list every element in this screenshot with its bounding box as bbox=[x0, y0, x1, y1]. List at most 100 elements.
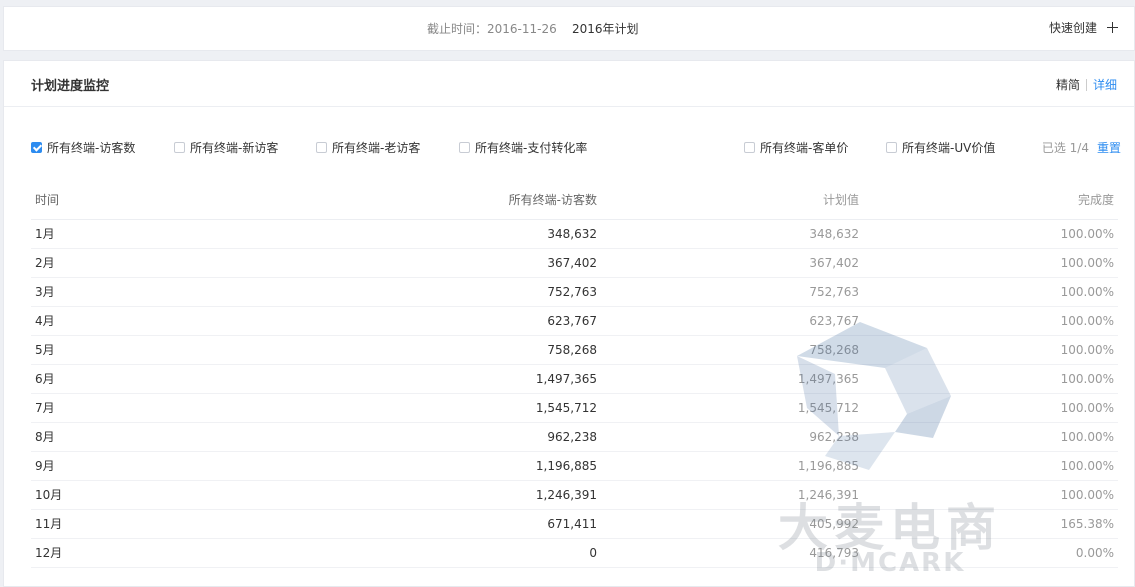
filter-label: 所有终端-支付转化率 bbox=[475, 141, 588, 155]
panel-header: 计划进度监控 精简 详细 bbox=[4, 61, 1134, 107]
column-header-visitors[interactable]: 所有终端-访客数 bbox=[291, 181, 601, 220]
cell-plan: 1,497,365 bbox=[601, 364, 863, 394]
cell-plan: 752,763 bbox=[601, 277, 863, 307]
divider bbox=[1085, 78, 1087, 91]
filter-label: 所有终端-客单价 bbox=[760, 141, 849, 155]
filter-uv-value[interactable]: 所有终端-UV价值 bbox=[886, 139, 995, 156]
cell-rate: 100.00% bbox=[863, 451, 1118, 481]
reset-link[interactable]: 重置 bbox=[1097, 139, 1121, 156]
cell-plan: 758,268 bbox=[601, 335, 863, 365]
checkbox-icon[interactable] bbox=[459, 142, 470, 153]
cell-plan: 416,793 bbox=[601, 538, 863, 568]
deadline-value: 2016-11-26 bbox=[487, 22, 557, 36]
cell-rate: 100.00% bbox=[863, 277, 1118, 307]
cell-rate: 100.00% bbox=[863, 393, 1118, 423]
cell-rate: 0.00% bbox=[863, 538, 1118, 568]
cell-time: 9月 bbox=[31, 451, 291, 481]
table-row: 6月 1,497,365 1,497,365 100.00% bbox=[31, 364, 1118, 394]
cell-time: 2月 bbox=[31, 248, 291, 278]
cell-visitors: 1,196,885 bbox=[291, 451, 601, 481]
cell-rate: 100.00% bbox=[863, 422, 1118, 452]
cell-time: 3月 bbox=[31, 277, 291, 307]
cell-time: 1月 bbox=[31, 219, 291, 249]
checkbox-checked-icon[interactable] bbox=[31, 142, 42, 153]
cell-plan: 962,238 bbox=[601, 422, 863, 452]
checkbox-icon[interactable] bbox=[174, 142, 185, 153]
cell-rate: 100.00% bbox=[863, 364, 1118, 394]
cell-plan: 1,246,391 bbox=[601, 480, 863, 510]
cell-time: 12月 bbox=[31, 538, 291, 568]
metric-filters: 所有终端-访客数 所有终端-新访客 所有终端-老访客 所有终端-支付转化率 所有… bbox=[31, 139, 1121, 159]
cell-time: 4月 bbox=[31, 306, 291, 336]
filter-new-visitors[interactable]: 所有终端-新访客 bbox=[174, 139, 278, 156]
filter-conversion-rate[interactable]: 所有终端-支付转化率 bbox=[459, 139, 587, 156]
view-detail-toggle[interactable]: 详细 bbox=[1093, 76, 1117, 93]
cell-rate: 100.00% bbox=[863, 335, 1118, 365]
table-row: 2月 367,402 367,402 100.00% bbox=[31, 248, 1118, 278]
filter-avg-order-value[interactable]: 所有终端-客单价 bbox=[744, 139, 848, 156]
quick-create-label: 快速创建 bbox=[1048, 21, 1097, 35]
plus-icon bbox=[1107, 22, 1118, 33]
top-bar: 截止时间：2016-11-26 2016年计划 快速创建 bbox=[3, 6, 1135, 51]
table-row: 9月 1,196,885 1,196,885 100.00% bbox=[31, 451, 1118, 481]
cell-visitors: 367,402 bbox=[291, 248, 601, 278]
table-row: 8月 962,238 962,238 100.00% bbox=[31, 422, 1118, 452]
cell-time: 10月 bbox=[31, 480, 291, 510]
cell-visitors: 1,545,712 bbox=[291, 393, 601, 423]
cell-plan: 623,767 bbox=[601, 306, 863, 336]
column-header-time[interactable]: 时间 bbox=[31, 181, 291, 220]
table-row: 1月 348,632 348,632 100.00% bbox=[31, 219, 1118, 249]
table-row: 12月 0 416,793 0.00% bbox=[31, 538, 1118, 568]
cell-plan: 348,632 bbox=[601, 219, 863, 249]
cell-visitors: 348,632 bbox=[291, 219, 601, 249]
cell-time: 11月 bbox=[31, 509, 291, 539]
quick-create-button[interactable]: 快速创建 bbox=[1049, 19, 1118, 36]
table-row: 4月 623,767 623,767 100.00% bbox=[31, 306, 1118, 336]
table-row: 3月 752,763 752,763 100.00% bbox=[31, 277, 1118, 307]
column-header-plan[interactable]: 计划值 bbox=[601, 181, 863, 220]
selection-summary: 已选 1/4 重置 bbox=[1042, 139, 1121, 156]
cell-visitors: 671,411 bbox=[291, 509, 601, 539]
checkbox-icon[interactable] bbox=[316, 142, 327, 153]
view-simple-toggle[interactable]: 精简 bbox=[1056, 76, 1080, 93]
cell-rate: 100.00% bbox=[863, 306, 1118, 336]
column-header-rate[interactable]: 完成度 bbox=[863, 181, 1118, 220]
table-row: 10月 1,246,391 1,246,391 100.00% bbox=[31, 480, 1118, 510]
cell-plan: 367,402 bbox=[601, 248, 863, 278]
plan-monitor-panel: 计划进度监控 精简 详细 所有终端-访客数 所有终端-新访客 所有终端-老访客 … bbox=[3, 60, 1135, 587]
cell-plan: 405,992 bbox=[601, 509, 863, 539]
checkbox-icon[interactable] bbox=[886, 142, 897, 153]
cell-visitors: 1,497,365 bbox=[291, 364, 601, 394]
cell-plan: 1,196,885 bbox=[601, 451, 863, 481]
filter-label: 所有终端-UV价值 bbox=[902, 141, 996, 155]
plan-year-selector[interactable]: 2016年计划 bbox=[572, 20, 639, 37]
checkbox-icon[interactable] bbox=[744, 142, 755, 153]
cell-rate: 100.00% bbox=[863, 248, 1118, 278]
deadline-info: 截止时间：2016-11-26 bbox=[427, 20, 557, 37]
cell-time: 5月 bbox=[31, 335, 291, 365]
filter-label: 所有终端-老访客 bbox=[332, 141, 421, 155]
view-switch: 精简 详细 bbox=[1056, 76, 1117, 93]
table-row: 7月 1,545,712 1,545,712 100.00% bbox=[31, 393, 1118, 423]
table-header-row: 时间 所有终端-访客数 计划值 完成度 bbox=[31, 181, 1118, 220]
cell-plan: 1,545,712 bbox=[601, 393, 863, 423]
cell-time: 7月 bbox=[31, 393, 291, 423]
cell-time: 8月 bbox=[31, 422, 291, 452]
filter-label: 所有终端-新访客 bbox=[190, 141, 279, 155]
plan-table: 时间 所有终端-访客数 计划值 完成度 1月 348,632 348,632 1… bbox=[31, 181, 1118, 568]
cell-rate: 100.00% bbox=[863, 219, 1118, 249]
cell-visitors: 758,268 bbox=[291, 335, 601, 365]
cell-rate: 100.00% bbox=[863, 480, 1118, 510]
table-row: 11月 671,411 405,992 165.38% bbox=[31, 509, 1118, 539]
filter-returning-visitors[interactable]: 所有终端-老访客 bbox=[316, 139, 420, 156]
cell-visitors: 623,767 bbox=[291, 306, 601, 336]
selected-count: 已选 1/4 bbox=[1041, 141, 1089, 155]
cell-rate: 165.38% bbox=[863, 509, 1118, 539]
table-row: 5月 758,268 758,268 100.00% bbox=[31, 335, 1118, 365]
cell-visitors: 752,763 bbox=[291, 277, 601, 307]
filter-visitors[interactable]: 所有终端-访客数 bbox=[31, 139, 135, 156]
cell-visitors: 962,238 bbox=[291, 422, 601, 452]
panel-title: 计划进度监控 bbox=[31, 79, 110, 94]
cell-time: 6月 bbox=[31, 364, 291, 394]
cell-visitors: 0 bbox=[291, 538, 601, 568]
